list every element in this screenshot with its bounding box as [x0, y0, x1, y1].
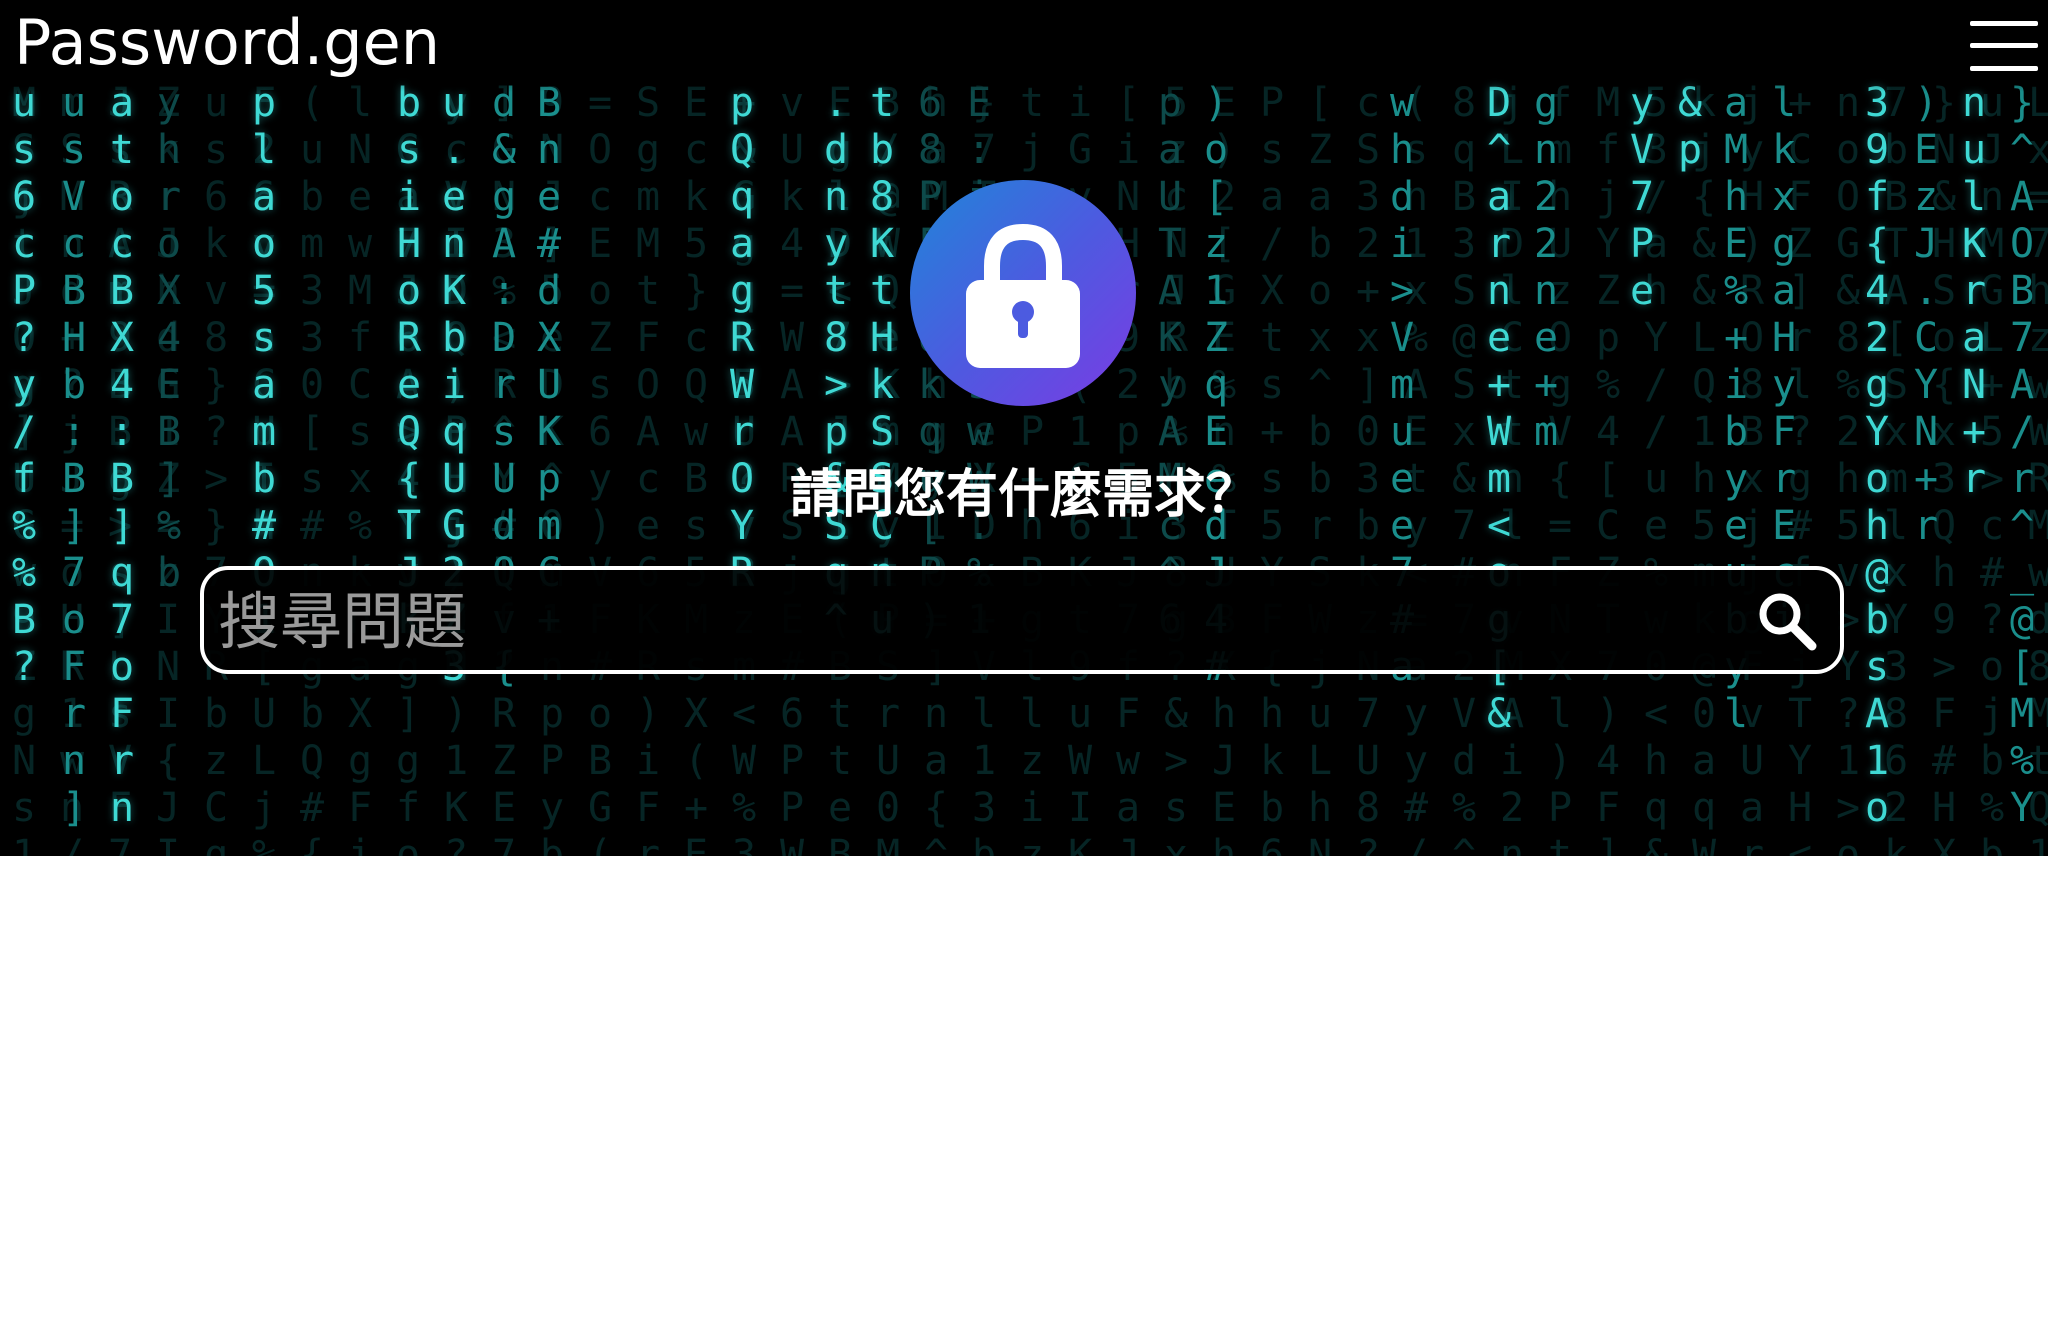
matrix-column: p a U T A K y A M c ^ 6 [1157, 80, 1183, 643]
matrix-background: L x = 7 h z w W R M w d 8 M t Q 1 u J n … [0, 0, 2048, 856]
search-input[interactable] [216, 576, 1720, 666]
padlock-icon [910, 180, 1136, 406]
hero-section: L x = 7 h z w W R M w d 8 M t Q 1 u J n … [0, 0, 2048, 856]
matrix-column: n u l K r a N + r [1961, 80, 1987, 502]
hero-question: 請問您有什麼需求？ [789, 465, 1258, 525]
matrix-column: . d n y t 8 > p & S q ^ [823, 80, 849, 643]
matrix-column: t b 8 K t H k S S C n u [869, 80, 895, 643]
matrix-column: p l a o 5 s a m b # O 1 [251, 80, 277, 643]
site-logo[interactable]: Password.gen [14, 6, 440, 79]
matrix-column: & p [1677, 80, 1703, 173]
matrix-column: u s 6 c P ? y / f % % B ? [11, 80, 37, 690]
search-icon[interactable] [1756, 590, 1818, 652]
matrix-column: y V 7 P e [1629, 80, 1655, 314]
matrix-column: g n 2 2 n e + m [1533, 80, 1559, 455]
search-bar [200, 566, 1844, 674]
matrix-column: B n e # d X U K p m C + [536, 80, 562, 643]
matrix-column: l k x g a H y F r E c i [1771, 80, 1797, 643]
top-navigation-bar: Password.gen [0, 0, 2048, 92]
hamburger-menu-icon[interactable] [1970, 18, 2038, 74]
matrix-column: b s i H o R e Q { T J k [396, 80, 422, 643]
